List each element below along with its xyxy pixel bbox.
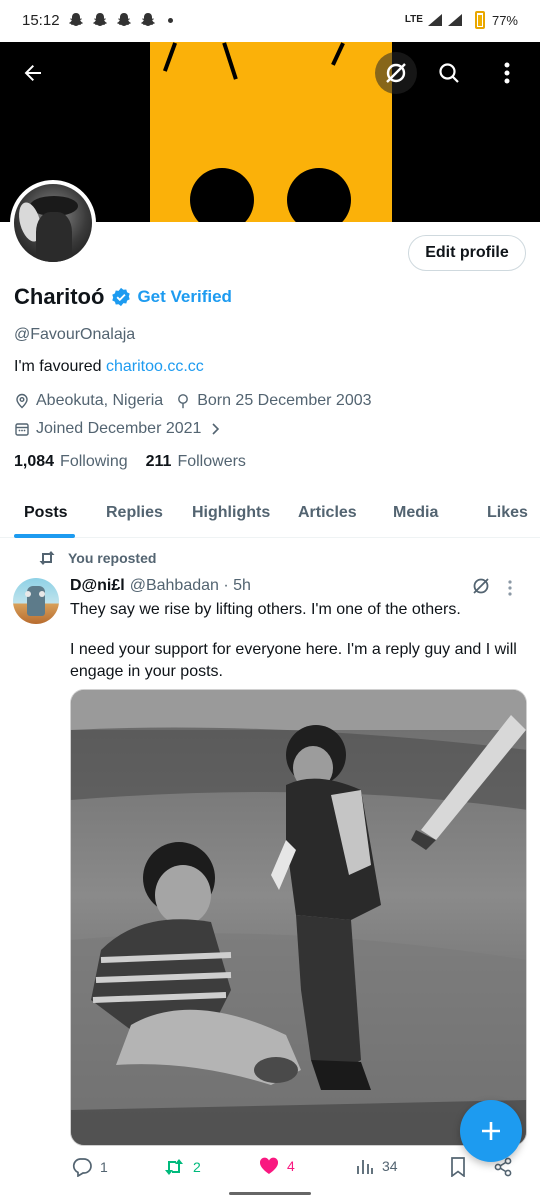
back-arrow-icon: [24, 65, 41, 81]
tab-posts[interactable]: Posts: [24, 504, 68, 522]
profile-location: Abeokuta, Nigeria: [36, 392, 164, 409]
bookmark-button[interactable]: [450, 1157, 466, 1177]
compose-plus-icon: [482, 1122, 500, 1140]
active-tab-indicator: [14, 534, 75, 538]
birthday-icon: [178, 394, 189, 409]
chevron-right-icon: [212, 423, 220, 435]
repost-icon: [165, 1159, 183, 1175]
bookmark-icon: [451, 1157, 465, 1177]
snapchat-icon: [92, 13, 107, 26]
follow-stats: 1,084 Following 211 Followers: [14, 453, 246, 471]
tab-highlights[interactable]: Highlights: [192, 504, 270, 522]
back-button[interactable]: [12, 52, 54, 94]
status-bar: 15:12 LTE 77%: [0, 0, 540, 40]
joined-row[interactable]: Joined December 2021: [14, 420, 229, 438]
home-indicator[interactable]: [229, 1192, 311, 1195]
battery-icon: [474, 11, 485, 29]
profile-tabs: Posts Replies Highlights Articles Media …: [0, 490, 540, 538]
following-count: 1,084: [14, 453, 55, 470]
more-vertical-icon: [504, 62, 510, 84]
followers-link[interactable]: 211 Followers: [146, 453, 246, 471]
repost-label: You reposted: [68, 550, 157, 566]
post-actions: 1 2 4 34: [0, 1155, 540, 1185]
profile-bio: I'm favoured charitoo.cc.cc: [14, 358, 204, 376]
view-count: 34: [382, 1158, 398, 1174]
network-type: LTE: [404, 14, 423, 25]
search-icon: [439, 63, 459, 83]
repost-icon: [39, 551, 55, 565]
location-icon: [16, 393, 28, 409]
repost-count: 2: [193, 1159, 201, 1175]
grok-button[interactable]: [375, 52, 417, 94]
tab-articles[interactable]: Articles: [298, 504, 357, 522]
profile-name: Charitoó: [14, 284, 105, 309]
post-author-avatar[interactable]: [13, 578, 59, 624]
like-count: 4: [287, 1158, 295, 1174]
notification-dot: [167, 17, 173, 23]
signal-icon: [427, 14, 442, 26]
like-button[interactable]: 4: [259, 1157, 295, 1175]
following-link[interactable]: 1,084 Following: [14, 453, 128, 471]
post-image[interactable]: [70, 689, 527, 1146]
more-options-button[interactable]: [486, 52, 528, 94]
birthday-item: Born 25 December 2003: [175, 392, 372, 410]
edit-profile-button[interactable]: Edit profile: [408, 235, 526, 271]
search-button[interactable]: [428, 52, 470, 94]
like-icon: [259, 1157, 279, 1174]
bio-text: I'm favoured: [14, 358, 106, 375]
bio-link[interactable]: charitoo.cc.cc: [106, 358, 204, 375]
post-header: D@ni£l @Bahbadan · 5h: [70, 577, 251, 595]
post-text: They say we rise by lifting others. I'm …: [70, 599, 530, 701]
snapchat-icon: [116, 13, 131, 26]
status-time: 15:12: [22, 11, 60, 29]
children-photo: [71, 690, 526, 1145]
snapchat-icon: [68, 13, 83, 26]
snapchat-icon: [140, 13, 155, 26]
post-grok-button[interactable]: [471, 576, 491, 601]
repost-button[interactable]: 2: [163, 1157, 201, 1177]
avatar-figure: [36, 212, 72, 262]
following-label: Following: [60, 453, 128, 470]
post-text-line: They say we rise by lifting others. I'm …: [70, 601, 461, 618]
verified-badge-icon[interactable]: [111, 287, 131, 307]
post-author-handle[interactable]: @Bahbadan · 5h: [130, 577, 251, 595]
tab-likes[interactable]: Likes: [487, 504, 528, 522]
reply-icon: [72, 1158, 92, 1177]
profile-handle: @FavourOnalaja: [14, 326, 136, 343]
banner-face: [150, 42, 392, 222]
profile-birthdate: Born 25 December 2003: [197, 392, 372, 409]
location-item: Abeokuta, Nigeria: [14, 392, 163, 410]
post-author-name[interactable]: D@ni£l: [70, 577, 125, 595]
post-text-line: I need your support for everyone here. I…: [70, 641, 517, 680]
reply-button[interactable]: 1: [72, 1157, 108, 1177]
grok-icon: [473, 578, 489, 594]
tab-media[interactable]: Media: [393, 504, 438, 522]
avatar-robot-eye: [39, 591, 45, 597]
profile-avatar[interactable]: [10, 180, 96, 266]
compose-button[interactable]: [460, 1100, 522, 1162]
tab-replies[interactable]: Replies: [106, 504, 163, 522]
views-button[interactable]: 34: [356, 1157, 398, 1175]
followers-label: Followers: [177, 453, 246, 470]
profile-joined: Joined December 2021: [36, 420, 202, 437]
avatar-robot-eye: [25, 591, 31, 597]
profile-meta-row: Abeokuta, Nigeria Born 25 December 2003: [14, 392, 384, 410]
reply-count: 1: [100, 1159, 108, 1175]
status-right: LTE 77%: [405, 11, 518, 29]
views-icon: [357, 1160, 373, 1174]
post-more-button[interactable]: [507, 580, 513, 601]
repost-label-row: You reposted: [38, 550, 156, 566]
calendar-icon: [15, 423, 29, 436]
signal-icon: [447, 14, 462, 26]
get-verified-link[interactable]: Get Verified: [137, 287, 231, 307]
followers-count: 211: [145, 453, 172, 470]
battery-percent: 77%: [491, 12, 518, 28]
profile-name-row: Charitoó Get Verified: [14, 284, 232, 310]
grok-icon: [386, 63, 406, 83]
more-vertical-icon: [508, 580, 512, 596]
